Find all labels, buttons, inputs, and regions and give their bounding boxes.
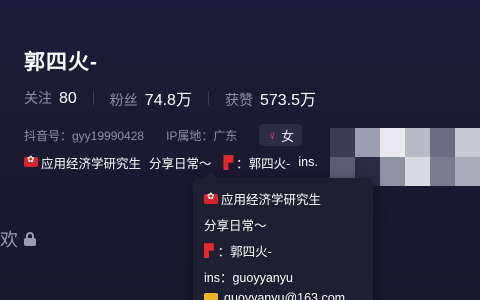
popover-line-3: ▛ ： 郭四火- (204, 241, 272, 260)
stat-likes-value: 573.5万 (259, 92, 316, 109)
mosaic-cell (380, 128, 405, 157)
gender-label: 女 (281, 128, 295, 144)
popover-line-2: 分享日常～ (204, 219, 267, 233)
tab-label: 欢 (0, 230, 18, 250)
profile-name: 郭四火- (24, 51, 98, 74)
mosaic-cell (405, 157, 430, 186)
bio-alias: 郭四火- (248, 156, 291, 171)
mosaic-cell (455, 157, 480, 186)
gender-badge: ♀ 女 (259, 124, 303, 146)
bio-title: 应用经济学研究生 (41, 156, 142, 171)
popover-line-1-text: 应用经济学研究生 (221, 193, 322, 207)
tab-likes-private[interactable]: 欢 (0, 226, 36, 252)
envelope-icon (204, 293, 218, 300)
stat-followers[interactable]: 粉丝 74.8万 (110, 86, 192, 110)
red-flag-icon: ▛ (223, 155, 234, 170)
hong-kong-flag-icon (204, 191, 218, 204)
popover-line-1: 应用经济学研究生 (204, 189, 321, 208)
mosaic-cell (430, 157, 455, 186)
female-icon: ♀ (267, 127, 278, 143)
mosaic-cell (430, 128, 455, 157)
popover-line-5: guoyyanyu@163.com (204, 291, 345, 300)
stat-likes: 获赞 573.5万 (225, 86, 316, 110)
lock-icon (24, 232, 36, 246)
hong-kong-flag-icon (24, 154, 38, 167)
stat-likes-label: 获赞 (224, 92, 253, 108)
bio-daily: 分享日常～ (149, 156, 212, 171)
mosaic-cell (330, 128, 355, 157)
stat-followers-label: 粉丝 (109, 92, 138, 108)
stat-divider (207, 91, 209, 105)
mosaic-cell (405, 128, 430, 157)
douyin-id: 抖音号：gyy19990428 (24, 128, 145, 143)
bio-summary[interactable]: 应用经济学研究生 分享日常～ ▛ ： 郭四火- ins. (24, 153, 318, 171)
popover-line-4: ins：guoyyanyu (204, 271, 293, 285)
stat-divider (92, 91, 94, 105)
mosaic-cell (355, 128, 380, 157)
mosaic-cell (380, 157, 405, 186)
stat-following-label: 关注 (24, 90, 52, 106)
popover-email: guoyyanyu@163.com (224, 291, 346, 300)
bio-popover: 应用经济学研究生 分享日常～ ▛ ： 郭四火- ins：guoyyanyu gu… (193, 172, 373, 300)
stat-followers-value: 74.8万 (144, 92, 192, 109)
stat-following-value: 80 (59, 90, 77, 107)
popover-line-3-sep: ： (217, 245, 231, 259)
profile-stats: 关注 80 粉丝 74.8万 获赞 573.5万 (24, 86, 316, 110)
profile-meta: 抖音号：gyy19990428 IP属地：广东 ♀ 女 (24, 124, 303, 146)
bio-ins-prefix: ins. (298, 155, 318, 169)
bio-alias-sep: ： (236, 156, 249, 171)
stat-following[interactable]: 关注 80 (24, 88, 77, 108)
mosaic-cell (455, 128, 480, 157)
popover-line-3-text: 郭四火- (230, 245, 272, 259)
red-flag-icon: ▛ (204, 244, 214, 258)
ip-location: IP属地：广东 (166, 128, 238, 143)
